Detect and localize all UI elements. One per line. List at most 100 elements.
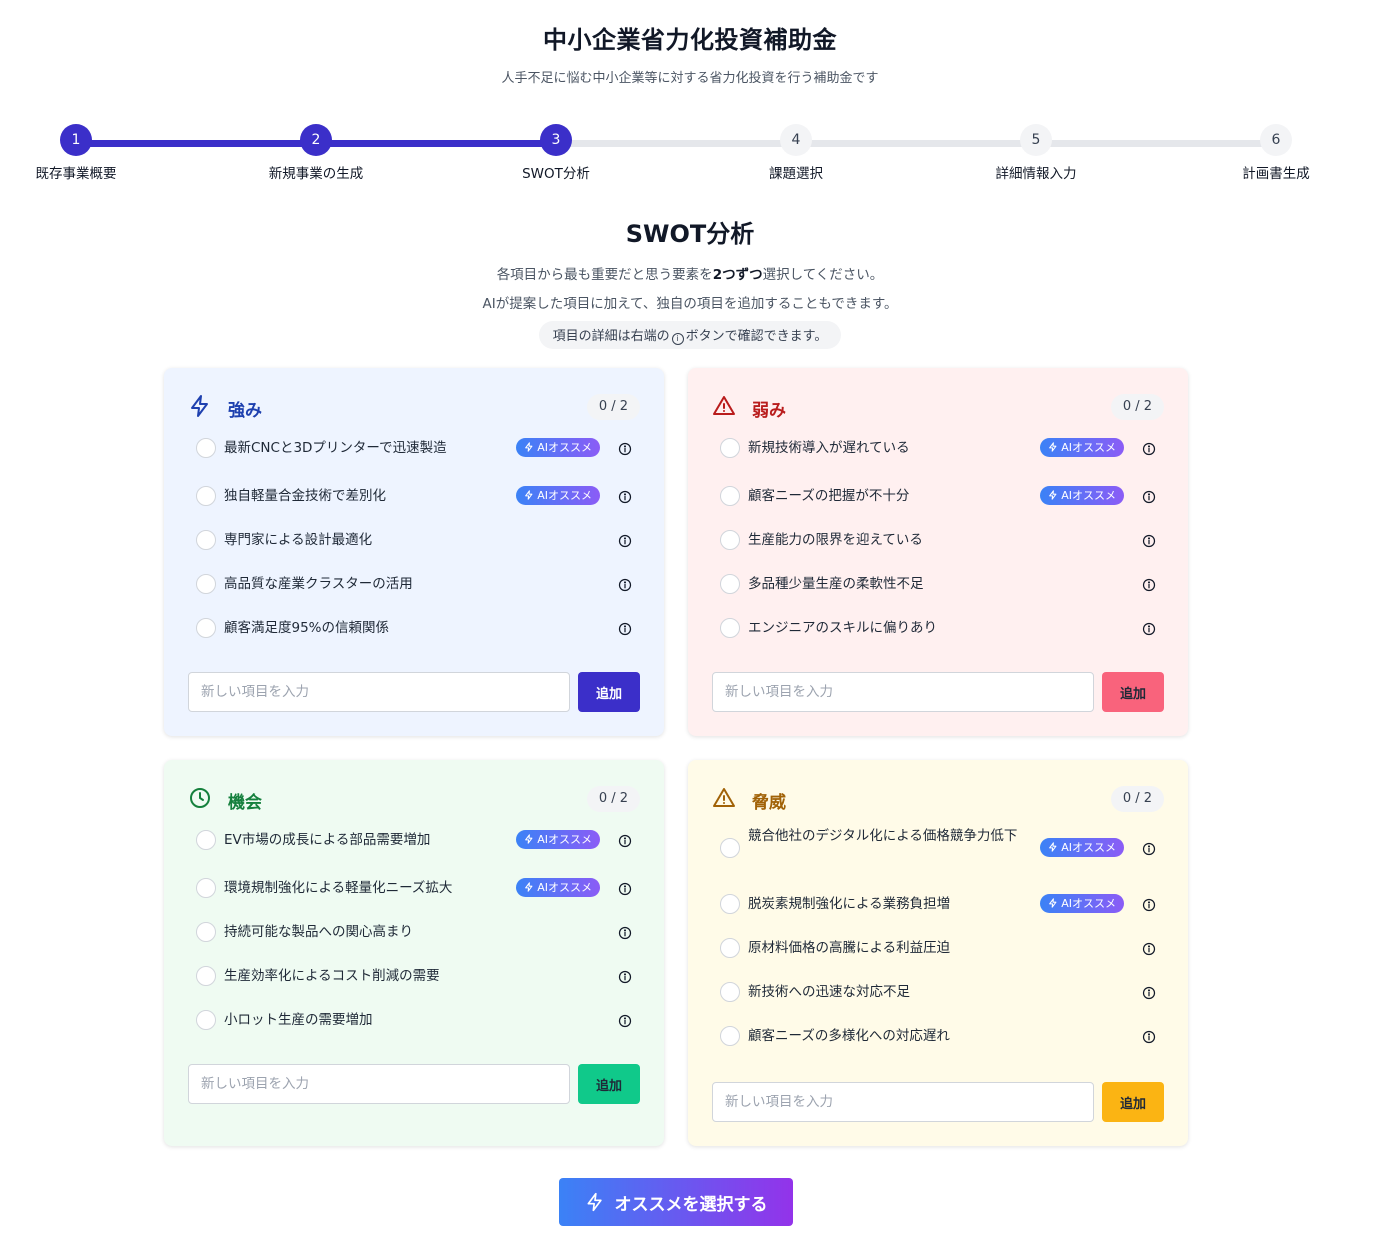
swot-item[interactable]: 専門家による設計最適化	[196, 522, 632, 558]
info-icon[interactable]	[618, 621, 632, 636]
item-label: 顧客満足度95%の信頼関係	[224, 620, 390, 636]
swot-item[interactable]: 高品質な産業クラスターの活用	[196, 566, 632, 602]
item-checkbox[interactable]	[196, 1010, 216, 1030]
item-label: 多品種少量生産の柔軟性不足	[748, 576, 924, 592]
item-checkbox[interactable]	[196, 530, 216, 550]
item-checkbox[interactable]	[720, 894, 740, 914]
card-header: 弱み 0 / 2	[712, 394, 1164, 421]
selection-count: 0 / 2	[1110, 786, 1164, 812]
step-2[interactable]: 2 新規事業の生成	[236, 124, 396, 182]
item-checkbox[interactable]	[720, 618, 740, 638]
new-item-input[interactable]	[712, 672, 1094, 712]
info-icon: i	[671, 333, 684, 345]
swot-item[interactable]: 顧客ニーズの多様化への対応遅れ	[720, 1018, 1156, 1054]
swot-item[interactable]: エンジニアのスキルに偏りあり	[720, 610, 1156, 646]
info-icon[interactable]	[618, 441, 632, 456]
item-checkbox[interactable]	[196, 966, 216, 986]
recommend-button-label: オススメを選択する	[614, 1194, 768, 1215]
add-button[interactable]: 追加	[578, 1064, 640, 1104]
swot-item[interactable]: 独自軽量合金技術で差別化 AIオススメ	[196, 478, 632, 514]
select-recommended-button[interactable]: オススメを選択する	[559, 1178, 793, 1226]
info-icon[interactable]	[618, 489, 632, 504]
step-6[interactable]: 6 計画書生成	[1196, 124, 1356, 182]
swot-item[interactable]: 小ロット生産の需要増加	[196, 1002, 632, 1038]
step-number: 2	[300, 124, 332, 156]
hint-text: ボタンで確認できます。	[685, 329, 828, 344]
info-icon[interactable]	[1142, 533, 1156, 548]
info-icon[interactable]	[618, 1013, 632, 1028]
info-icon[interactable]	[1142, 1029, 1156, 1044]
swot-item[interactable]: 生産能力の限界を迎えている	[720, 522, 1156, 558]
info-icon[interactable]	[1142, 941, 1156, 956]
swot-item[interactable]: 脱炭素規制強化による業務負担増 AIオススメ	[720, 886, 1156, 922]
step-3[interactable]: 3 SWOT分析	[476, 124, 636, 182]
ai-badge-label: AIオススメ	[537, 881, 592, 894]
info-icon[interactable]	[1142, 489, 1156, 504]
step-number: 5	[1020, 124, 1052, 156]
item-checkbox[interactable]	[196, 438, 216, 458]
item-label: エンジニアのスキルに偏りあり	[748, 620, 937, 636]
add-button[interactable]: 追加	[1102, 672, 1164, 712]
swot-item[interactable]: 持続可能な製品への関心高まり	[196, 914, 632, 950]
ai-badge-label: AIオススメ	[537, 833, 592, 846]
sparkle-icon	[1048, 897, 1061, 910]
ai-badge-label: AIオススメ	[537, 489, 592, 502]
item-checkbox[interactable]	[196, 878, 216, 898]
item-label: 独自軽量合金技術で差別化	[224, 488, 386, 504]
info-icon[interactable]	[1142, 577, 1156, 592]
item-label: 環境規制強化による軽量化ニーズ拡大	[224, 880, 453, 896]
info-icon[interactable]	[1142, 621, 1156, 636]
new-item-input[interactable]	[188, 1064, 570, 1104]
info-icon[interactable]	[618, 969, 632, 984]
info-icon[interactable]	[618, 925, 632, 940]
weakness-card: 弱み 0 / 2 新規技術導入が遅れている AIオススメ 顧客ニーズの把握が不十分 AIオ…	[688, 368, 1188, 736]
ai-recommend-badge: AIオススメ	[1040, 894, 1124, 913]
item-checkbox[interactable]	[196, 618, 216, 638]
item-checkbox[interactable]	[196, 574, 216, 594]
item-checkbox[interactable]	[720, 530, 740, 550]
step-5[interactable]: 5 詳細情報入力	[956, 124, 1116, 182]
swot-item[interactable]: 環境規制強化による軽量化ニーズ拡大 AIオススメ	[196, 870, 632, 906]
info-icon[interactable]	[1142, 897, 1156, 912]
swot-item[interactable]: EV市場の成長による部品需要増加 AIオススメ	[196, 822, 632, 858]
new-item-input[interactable]	[188, 672, 570, 712]
info-icon[interactable]	[1142, 841, 1156, 856]
swot-item[interactable]: 最新CNCと3Dプリンターで迅速製造 AIオススメ	[196, 430, 632, 466]
swot-item[interactable]: 新技術への迅速な対応不足	[720, 974, 1156, 1010]
card-title: 強み	[228, 401, 262, 421]
ai-recommend-badge: AIオススメ	[516, 438, 600, 457]
selection-count: 0 / 2	[586, 394, 640, 420]
item-checkbox[interactable]	[196, 922, 216, 942]
info-icon[interactable]	[618, 533, 632, 548]
info-icon[interactable]	[618, 881, 632, 896]
swot-item[interactable]: 生産効率化によるコスト削減の需要	[196, 958, 632, 994]
swot-item[interactable]: 競合他社のデジタル化による価格競争力低下 AIオススメ	[720, 824, 1156, 872]
info-icon[interactable]	[1142, 441, 1156, 456]
selection-count: 0 / 2	[586, 786, 640, 812]
item-checkbox[interactable]	[196, 830, 216, 850]
info-icon[interactable]	[618, 577, 632, 592]
new-item-input[interactable]	[712, 1082, 1094, 1122]
item-checkbox[interactable]	[720, 1026, 740, 1046]
item-checkbox[interactable]	[720, 982, 740, 1002]
swot-item[interactable]: 新規技術導入が遅れている AIオススメ	[720, 430, 1156, 466]
item-checkbox[interactable]	[720, 938, 740, 958]
step-1[interactable]: 1 既存事業概要	[0, 124, 156, 182]
info-icon[interactable]	[618, 833, 632, 848]
add-button[interactable]: 追加	[1102, 1082, 1164, 1122]
item-label: 顧客ニーズの多様化への対応遅れ	[748, 1028, 950, 1044]
swot-item[interactable]: 多品種少量生産の柔軟性不足	[720, 566, 1156, 602]
item-checkbox[interactable]	[720, 574, 740, 594]
item-checkbox[interactable]	[720, 838, 740, 858]
step-4[interactable]: 4 課題選択	[716, 124, 876, 182]
item-checkbox[interactable]	[196, 486, 216, 506]
swot-item[interactable]: 原材料価格の高騰による利益圧迫	[720, 930, 1156, 966]
item-label: EV市場の成長による部品需要増加	[224, 832, 431, 848]
add-button[interactable]: 追加	[578, 672, 640, 712]
swot-item[interactable]: 顧客満足度95%の信頼関係	[196, 610, 632, 646]
item-checkbox[interactable]	[720, 486, 740, 506]
swot-item[interactable]: 顧客ニーズの把握が不十分 AIオススメ	[720, 478, 1156, 514]
info-icon[interactable]	[1142, 985, 1156, 1000]
ai-badge-label: AIオススメ	[537, 441, 592, 454]
item-checkbox[interactable]	[720, 438, 740, 458]
